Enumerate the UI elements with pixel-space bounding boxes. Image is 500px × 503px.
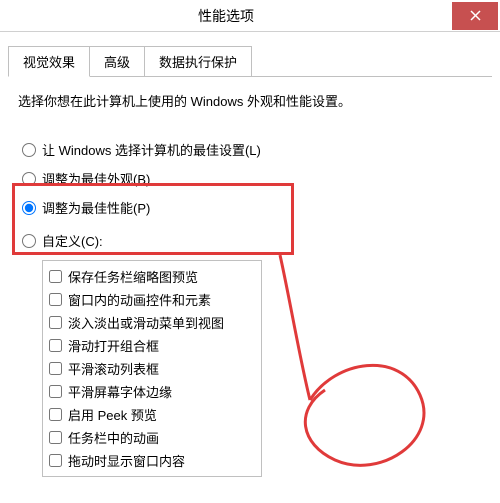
checkbox-input[interactable]: [49, 270, 62, 283]
radio-best-auto-label: 让 Windows 选择计算机的最佳设置(L): [42, 140, 261, 159]
checkbox-label: 滑动打开组合框: [68, 336, 159, 355]
check-item[interactable]: 平滑滚动列表框: [49, 357, 255, 380]
check-item[interactable]: 平滑屏幕字体边缘: [49, 380, 255, 403]
checkbox-label: 平滑滚动列表框: [68, 359, 159, 378]
radio-custom-input[interactable]: [22, 234, 36, 248]
checkbox-input[interactable]: [49, 385, 62, 398]
check-item[interactable]: 滑动打开组合框: [49, 334, 255, 357]
checkbox-input[interactable]: [49, 408, 62, 421]
checkbox-input[interactable]: [49, 316, 62, 329]
tab-visual-effects[interactable]: 视觉效果: [8, 46, 90, 77]
radio-custom-label: 自定义(C):: [42, 231, 103, 250]
checkbox-label: 保存任务栏缩略图预览: [68, 267, 198, 286]
checkbox-label: 淡入淡出或滑动菜单到视图: [68, 313, 224, 332]
description-text: 选择你想在此计算机上使用的 Windows 外观和性能设置。: [18, 91, 482, 110]
checkbox-label: 任务栏中的动画: [68, 428, 159, 447]
checkbox-input[interactable]: [49, 454, 62, 467]
radio-best-appearance[interactable]: 调整为最佳外观(B): [22, 169, 482, 188]
close-icon: [470, 10, 481, 21]
radio-custom[interactable]: 自定义(C):: [22, 231, 482, 250]
tab-strip: 视觉效果 高级 数据执行保护: [8, 46, 492, 77]
check-item[interactable]: 拖动时显示窗口内容: [49, 449, 255, 472]
checkbox-label: 平滑屏幕字体边缘: [68, 382, 172, 401]
title-bar: 性能选项: [0, 0, 500, 32]
close-button[interactable]: [452, 2, 498, 30]
radio-best-appearance-label: 调整为最佳外观(B): [42, 169, 150, 188]
radio-best-performance[interactable]: 调整为最佳性能(P): [22, 198, 482, 217]
tab-dep[interactable]: 数据执行保护: [144, 46, 252, 76]
effects-checklist: 保存任务栏缩略图预览 窗口内的动画控件和元素 淡入淡出或滑动菜单到视图 滑动打开…: [42, 260, 262, 477]
radio-best-performance-input[interactable]: [22, 201, 36, 215]
check-item[interactable]: 淡入淡出或滑动菜单到视图: [49, 311, 255, 334]
tab-panel-visual: 选择你想在此计算机上使用的 Windows 外观和性能设置。 让 Windows…: [8, 77, 492, 477]
radio-best-performance-label: 调整为最佳性能(P): [42, 198, 150, 217]
performance-radio-group: 让 Windows 选择计算机的最佳设置(L) 调整为最佳外观(B) 调整为最佳…: [22, 140, 482, 250]
check-item[interactable]: 任务栏中的动画: [49, 426, 255, 449]
checkbox-input[interactable]: [49, 431, 62, 444]
window-title: 性能选项: [0, 6, 452, 26]
dialog-content: 视觉效果 高级 数据执行保护 选择你想在此计算机上使用的 Windows 外观和…: [0, 32, 500, 477]
checkbox-label: 启用 Peek 预览: [68, 405, 157, 424]
checkbox-input[interactable]: [49, 362, 62, 375]
radio-best-appearance-input[interactable]: [22, 172, 36, 186]
tab-advanced[interactable]: 高级: [89, 46, 145, 76]
checkbox-label: 窗口内的动画控件和元素: [68, 290, 211, 309]
radio-best-auto-input[interactable]: [22, 143, 36, 157]
check-item[interactable]: 启用 Peek 预览: [49, 403, 255, 426]
checkbox-input[interactable]: [49, 339, 62, 352]
check-item[interactable]: 保存任务栏缩略图预览: [49, 265, 255, 288]
checkbox-input[interactable]: [49, 293, 62, 306]
radio-best-auto[interactable]: 让 Windows 选择计算机的最佳设置(L): [22, 140, 482, 159]
checkbox-label: 拖动时显示窗口内容: [68, 451, 185, 470]
check-item[interactable]: 窗口内的动画控件和元素: [49, 288, 255, 311]
